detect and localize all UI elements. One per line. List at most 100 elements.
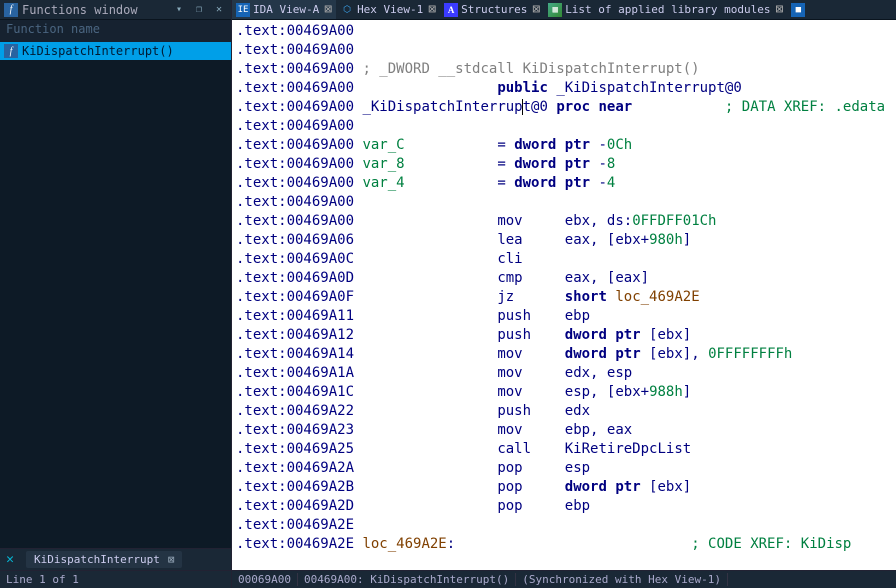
functions-list[interactable]: f KiDispatchInterrupt() [0,42,231,548]
token-s: esp [565,460,590,476]
token-s: : [447,536,455,552]
disasm-line[interactable]: .text:00469A22 push edx [232,402,896,421]
disasm-line[interactable]: .text:00469A00 [232,193,896,212]
disasm-line[interactable]: .text:00469A2B pop dword ptr [ebx] [232,478,896,497]
disasm-line[interactable]: .text:00469A2A pop esp [232,459,896,478]
panel-restore-icon[interactable]: ❐ [191,3,207,17]
token-s: ebp [565,498,590,514]
token-s: - [590,137,607,153]
token-sp [523,422,565,438]
tab-close-icon[interactable]: ⊠ [168,553,175,566]
disasm-line[interactable]: .text:00469A1A mov edx, esp [232,364,896,383]
address: .text:00469A00 [236,80,354,96]
disasm-line[interactable]: .text:00469A00 var_C = dword ptr -0Ch [232,136,896,155]
tab-close-icon[interactable]: ⊠ [532,2,540,17]
address: .text:00469A00 [236,99,354,115]
token-sp [354,384,497,400]
token-inst: mov [497,384,522,400]
disasm-line[interactable]: .text:00469A00 [232,41,896,60]
disasm-line[interactable]: .text:00469A2D pop ebp [232,497,896,516]
tab-ida-view-a[interactable]: IEIDA View-A⊠ [232,0,336,20]
token-cmt: ; _DWORD __stdcall KiDispatchInterrupt() [354,61,700,77]
token-s: ebp [565,308,590,324]
token-inst: cmp [497,270,522,286]
disasm-line[interactable]: .text:00469A2E [232,516,896,535]
token-num: 4 [607,175,615,191]
address: .text:00469A2B [236,479,354,495]
disasm-line[interactable]: .text:00469A06 lea eax, [ebx+980h] [232,231,896,250]
tab-close-icon[interactable]: ⊠ [428,2,436,17]
close-tab-icon[interactable]: ✕ [0,552,20,567]
token-kw: dword ptr [514,175,590,191]
disasm-line[interactable]: .text:00469A00 mov ebx, ds:0FFDFF01Ch [232,212,896,231]
token-sp [523,460,565,476]
tab-overflow[interactable]: ■ [787,0,809,20]
function-item[interactable]: f KiDispatchInterrupt() [0,42,231,60]
disasm-line[interactable]: .text:00469A12 push dword ptr [ebx] [232,326,896,345]
token-sp [523,479,565,495]
token-s: esp, [ebx+ [565,384,649,400]
disasm-line[interactable]: .text:00469A0C cli [232,250,896,269]
disasm-line[interactable]: .text:00469A00 [232,117,896,136]
function-item-name: KiDispatchInterrupt() [22,44,174,58]
token-kw: dword ptr [514,156,590,172]
bottom-tab[interactable]: KiDispatchInterrupt ⊠ [26,551,182,568]
panel-dropdown-icon[interactable]: ▾ [171,3,187,17]
lib-icon: ▦ [548,3,562,17]
disasm-line[interactable]: .text:00469A00 public _KiDispatchInterru… [232,79,896,98]
token-kw: dword ptr [514,137,590,153]
disasm-line[interactable]: .text:00469A14 mov dword ptr [ebx], 0FFF… [232,345,896,364]
token-sp [354,498,497,514]
disasm-line[interactable]: .text:00469A25 call KiRetireDpcList [232,440,896,459]
tab-list-of-applied-library-modules[interactable]: ▦List of applied library modules ⊠ [544,0,787,20]
tab-close-icon[interactable]: ⊠ [324,2,332,17]
token-var: var_8 [362,156,404,172]
disasm-line[interactable]: .text:00469A0D cmp eax, [eax] [232,269,896,288]
address: .text:00469A2A [236,460,354,476]
disasm-line[interactable]: .text:00469A1C mov esp, [ebx+988h] [232,383,896,402]
token-s: eax, [ebx+ [565,232,649,248]
token-inst: call [497,441,531,457]
disasm-line[interactable]: .text:00469A23 mov ebp, eax [232,421,896,440]
token-sp [354,346,497,362]
address: .text:00469A06 [236,232,354,248]
token-sp [354,251,497,267]
token-inst: mov [497,422,522,438]
bottom-tab-label: KiDispatchInterrupt [34,553,160,566]
disasm-line[interactable]: .text:00469A00 ; _DWORD __stdcall KiDisp… [232,60,896,79]
panel-close-icon[interactable]: ✕ [211,3,227,17]
disasm-line[interactable]: .text:00469A11 push ebp [232,307,896,326]
token-sp [354,460,497,476]
tab-structures[interactable]: AStructures⊠ [440,0,544,20]
token-kw: dword ptr [565,346,641,362]
disasm-line[interactable]: .text:00469A0F jz short loc_469A2E [232,288,896,307]
disasm-line[interactable]: .text:00469A00 [232,22,896,41]
tab-hex-view-1[interactable]: ⬡Hex View-1⊠ [336,0,440,20]
token-ident: _KiDispatchInterrupt@0 [556,80,741,96]
address: .text:00469A1A [236,365,354,381]
disasm-line[interactable]: .text:00469A00 var_8 = dword ptr -8 [232,155,896,174]
disassembly-view[interactable]: .text:00469A00.text:00469A00.text:00469A… [232,20,896,570]
token-kw: public [497,80,548,96]
tab-close-icon[interactable]: ⊠ [776,2,784,17]
disasm-line[interactable]: .text:00469A00 var_4 = dword ptr -4 [232,174,896,193]
token-sp [354,327,497,343]
address: .text:00469A22 [236,403,354,419]
view-tab-bar: IEIDA View-A⊠⬡Hex View-1⊠AStructures⊠▦Li… [232,0,896,20]
address: .text:00469A2E [236,536,354,552]
token-inst: mov [497,365,522,381]
token-s: eax, [eax] [565,270,649,286]
token-loc: loc_469A2E [615,289,699,305]
token-sp [405,175,498,191]
token-sp [354,308,497,324]
token-kw: dword ptr [565,479,641,495]
token-proc: _KiDispatchInterrup [362,99,522,115]
disasm-line[interactable]: .text:00469A2E loc_469A2E: ; CODE XREF: … [232,535,896,554]
functions-window-titlebar[interactable]: f Functions window ▾ ❐ ✕ [0,0,231,20]
token-sp [531,327,565,343]
function-name-filter[interactable]: Function name [0,20,231,42]
disasm-line[interactable]: .text:00469A00 _KiDispatchInterrupt@0 pr… [232,98,896,117]
tab-label: List of applied library modules [565,3,770,16]
token-inst: mov [497,213,522,229]
token-sp [531,403,565,419]
